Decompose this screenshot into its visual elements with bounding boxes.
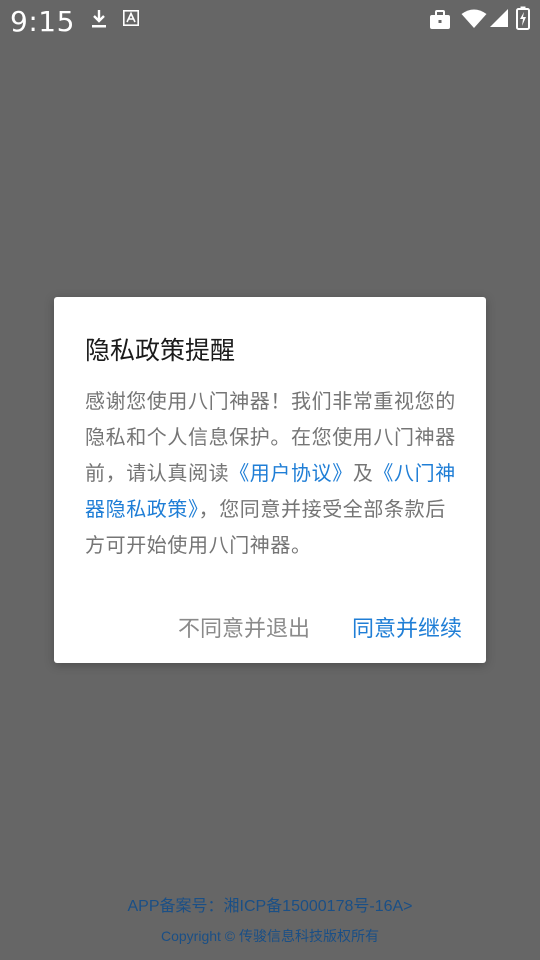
copyright-text: Copyright © 传骏信息科技版权所有 <box>160 928 379 944</box>
status-time: 9:15 <box>10 5 75 38</box>
body-text-and: 及 <box>352 461 374 485</box>
dialog-title: 隐私政策提醒 <box>85 336 236 365</box>
privacy-dialog: 隐私政策提醒 感谢您使用八门神器！我们非常重视您的隐私和个人信息保护。在您使用八… <box>54 297 486 663</box>
briefcase-icon <box>430 10 450 29</box>
battery-charging-icon <box>516 6 530 30</box>
icp-record-link[interactable]: APP备案号：湘ICP备15000178号-16A> <box>0 892 540 916</box>
dialog-body: 感谢您使用八门神器！我们非常重视您的隐私和个人信息保护。在您使用八门神器前，请认… <box>85 383 465 563</box>
dialog-actions: 不同意并退出 同意并继续 <box>178 609 462 645</box>
wifi-icon <box>461 9 487 28</box>
agree-continue-button[interactable]: 同意并继续 <box>352 611 462 643</box>
status-bar: 9:15 <box>0 0 540 44</box>
user-agreement-link[interactable]: 《用户协议》 <box>229 461 353 485</box>
text-a-icon <box>123 10 139 26</box>
signal-icon <box>490 9 508 27</box>
download-icon <box>92 10 106 28</box>
disagree-exit-button[interactable]: 不同意并退出 <box>178 611 310 643</box>
